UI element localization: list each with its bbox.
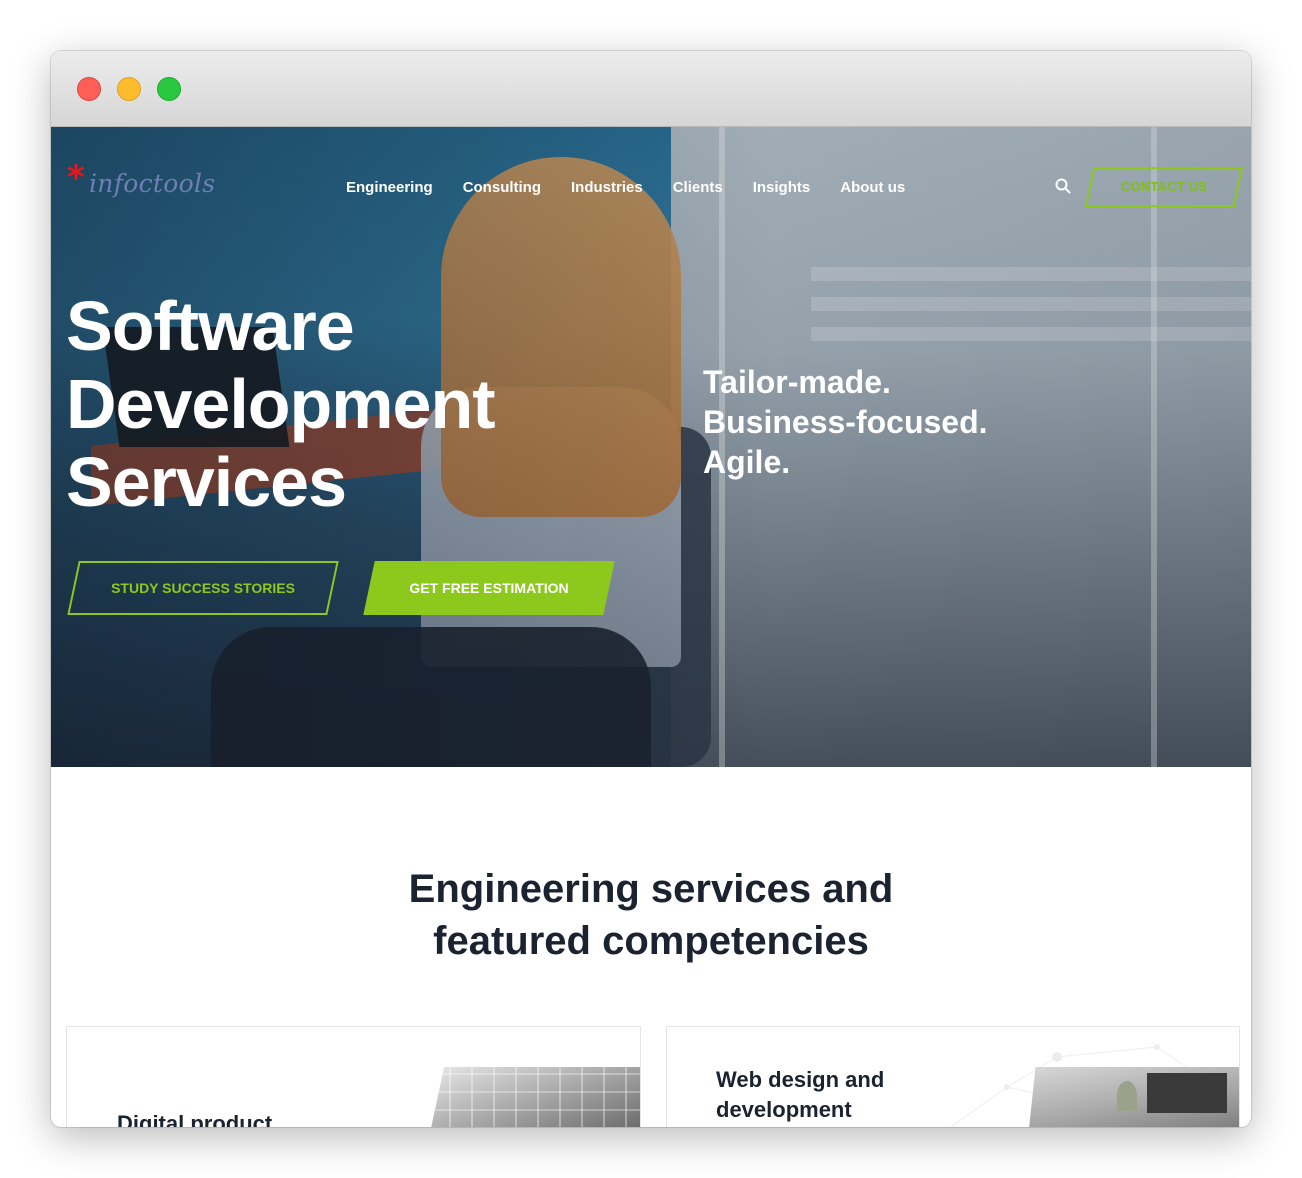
card-image (1027, 1067, 1239, 1127)
contact-us-button[interactable]: CONTACT US (1084, 167, 1244, 207)
window-titlebar (51, 51, 1251, 127)
section-title-line: Engineering services and (408, 867, 894, 911)
card-title-line: Digital product (117, 1111, 273, 1127)
nav-item-about-us[interactable]: About us (840, 179, 905, 196)
close-window-button[interactable] (77, 77, 101, 101)
nav-item-insights[interactable]: Insights (753, 179, 811, 196)
hero-title-line: Software (66, 287, 355, 365)
contact-us-label: CONTACT US (1120, 179, 1208, 194)
minimize-window-button[interactable] (117, 77, 141, 101)
get-free-estimation-button[interactable]: GET FREE ESTIMATION (363, 561, 615, 615)
section-title-line: featured competencies (433, 919, 869, 963)
card-image-monitor (1147, 1073, 1227, 1113)
nav-item-industries[interactable]: Industries (571, 179, 643, 196)
hero-title-line: Services (66, 443, 347, 521)
card-title: Digital product (117, 1109, 272, 1127)
card-title-line: Web design and (716, 1067, 885, 1092)
logo-asterisk: * (67, 158, 85, 198)
card-image-pattern (427, 1067, 640, 1127)
hero-title: Software Development Services (66, 287, 626, 521)
hero-section: * infoctools Engineering Consulting Indu… (51, 127, 1251, 767)
section-title: Engineering services and featured compet… (51, 863, 1251, 967)
get-free-estimation-label: GET FREE ESTIMATION (409, 580, 569, 596)
maximize-window-button[interactable] (157, 77, 181, 101)
tagline-line: Business-focused. (703, 404, 988, 440)
card-title: Web design and development (716, 1065, 884, 1125)
search-icon[interactable] (1055, 178, 1071, 194)
study-success-stories-label: STUDY SUCCESS STORIES (111, 580, 295, 596)
service-card-web-design[interactable]: Web design and development (666, 1026, 1240, 1127)
card-image (427, 1067, 640, 1127)
nav-item-clients[interactable]: Clients (673, 179, 723, 196)
main-nav: Engineering Consulting Industries Client… (346, 179, 935, 196)
tagline-line: Tailor-made. (703, 364, 891, 400)
hero-tagline: Tailor-made. Business-focused. Agile. (703, 362, 988, 482)
browser-window: * infoctools Engineering Consulting Indu… (51, 51, 1251, 1127)
service-card-digital-product[interactable]: Digital product (66, 1026, 641, 1127)
nav-item-engineering[interactable]: Engineering (346, 179, 433, 196)
card-title-line: development (716, 1097, 852, 1122)
nav-item-consulting[interactable]: Consulting (463, 179, 541, 196)
logo-wordmark: infoctools (89, 169, 216, 198)
tagline-line: Agile. (703, 444, 791, 480)
card-image-plant (1117, 1081, 1137, 1111)
hero-title-line: Development (66, 365, 496, 443)
study-success-stories-button[interactable]: STUDY SUCCESS STORIES (67, 561, 339, 615)
